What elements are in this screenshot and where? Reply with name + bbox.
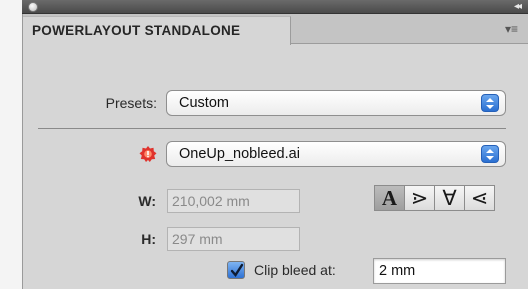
close-icon[interactable] [28, 2, 38, 12]
document-dropdown[interactable]: OneUp_nobleed.ai [166, 141, 506, 167]
dropdown-stepper-icon[interactable] [481, 94, 499, 112]
panel-title-bar[interactable]: ◂◂ [22, 0, 528, 14]
bleed-amount-input[interactable]: 2 mm [373, 258, 506, 284]
width-label: W: [138, 193, 156, 209]
document-value: OneUp_nobleed.ai [179, 146, 300, 162]
clip-bleed-checkbox[interactable] [227, 261, 245, 279]
presets-dropdown[interactable]: Custom [166, 90, 506, 116]
height-field: 297 mm [167, 227, 300, 251]
dropdown-stepper-icon[interactable] [481, 145, 499, 163]
clip-bleed-label: Clip bleed at: [254, 262, 336, 278]
tab-powerlayout-standalone[interactable]: POWERLAYOUT STANDALONE [23, 16, 291, 45]
window-background [0, 0, 22, 289]
align-top-button[interactable]: A [374, 185, 405, 211]
align-right-button[interactable]: ⋖ [464, 185, 495, 211]
warning-icon [139, 146, 157, 162]
panel-menu-icon[interactable]: ▾≡ [505, 22, 518, 36]
section-divider [38, 128, 506, 129]
panel-tab-bar: POWERLAYOUT STANDALONE ▾≡ [23, 14, 528, 45]
height-label: H: [141, 231, 156, 247]
checkmark-icon [230, 263, 244, 277]
align-bottom-button[interactable]: ∀ [434, 185, 465, 211]
align-left-button[interactable]: ⋗ [404, 185, 435, 211]
width-field: 210,002 mm [167, 189, 300, 213]
collapse-icon[interactable]: ◂◂ [514, 0, 522, 14]
alignment-button-group: A ⋗ ∀ ⋖ [374, 185, 495, 211]
presets-value: Custom [179, 95, 229, 111]
presets-label: Presets: [105, 95, 157, 111]
